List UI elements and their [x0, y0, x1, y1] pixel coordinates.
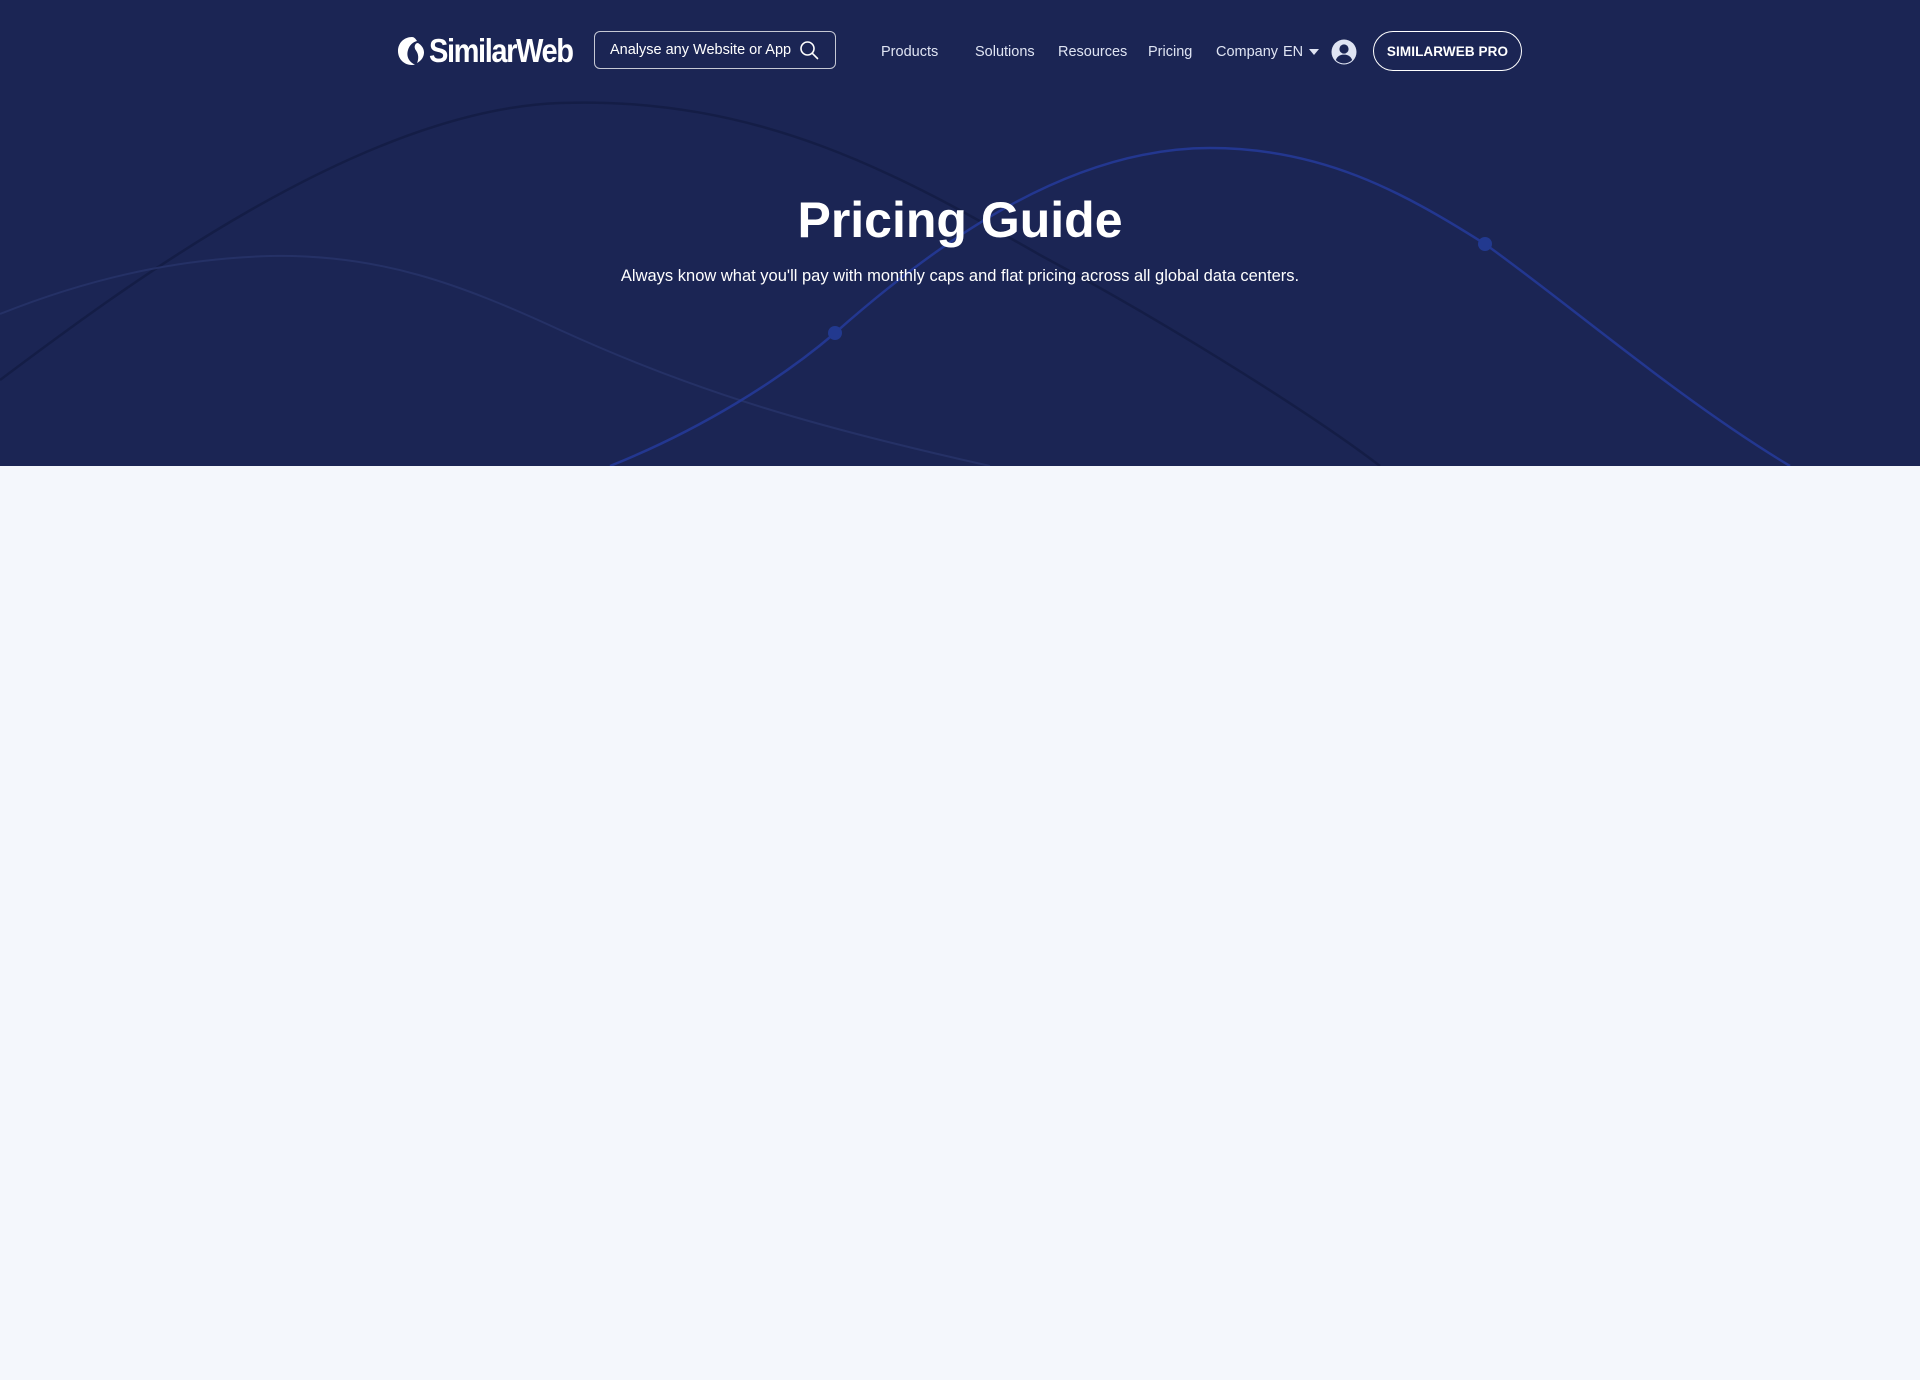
page-title: Pricing Guide	[797, 192, 1123, 248]
caret-down-icon	[1309, 49, 1320, 55]
similarweb-logo-icon	[398, 37, 424, 65]
nav-item-resources[interactable]: Resources	[1058, 44, 1148, 60]
user-circle-icon[interactable]	[1331, 39, 1357, 65]
hero-section: SimilarWeb Products Solutions Resources …	[0, 0, 1920, 466]
top-navbar: SimilarWeb Products Solutions Resources …	[0, 0, 1920, 102]
search-icon[interactable]	[799, 40, 819, 60]
language-selector[interactable]: EN	[1283, 41, 1320, 63]
nav-item-pricing[interactable]: Pricing	[1148, 44, 1216, 60]
curve-node	[828, 326, 842, 340]
site-search[interactable]	[594, 31, 836, 69]
page-subtitle: Always know what you'll pay with monthly…	[620, 267, 1300, 285]
similarweb-logo[interactable]: SimilarWeb	[397, 32, 592, 70]
language-label: EN	[1283, 44, 1304, 60]
nav-item-products[interactable]: Products	[881, 44, 975, 60]
main-nav: Products Solutions Resources Pricing Com…	[881, 40, 1298, 64]
search-input[interactable]	[595, 32, 799, 68]
nav-item-solutions[interactable]: Solutions	[975, 44, 1058, 60]
main-content-area	[0, 466, 1920, 1380]
similarweb-pro-button[interactable]: SIMILARWEB PRO	[1373, 31, 1522, 71]
logo-text: SimilarWeb	[429, 32, 574, 69]
